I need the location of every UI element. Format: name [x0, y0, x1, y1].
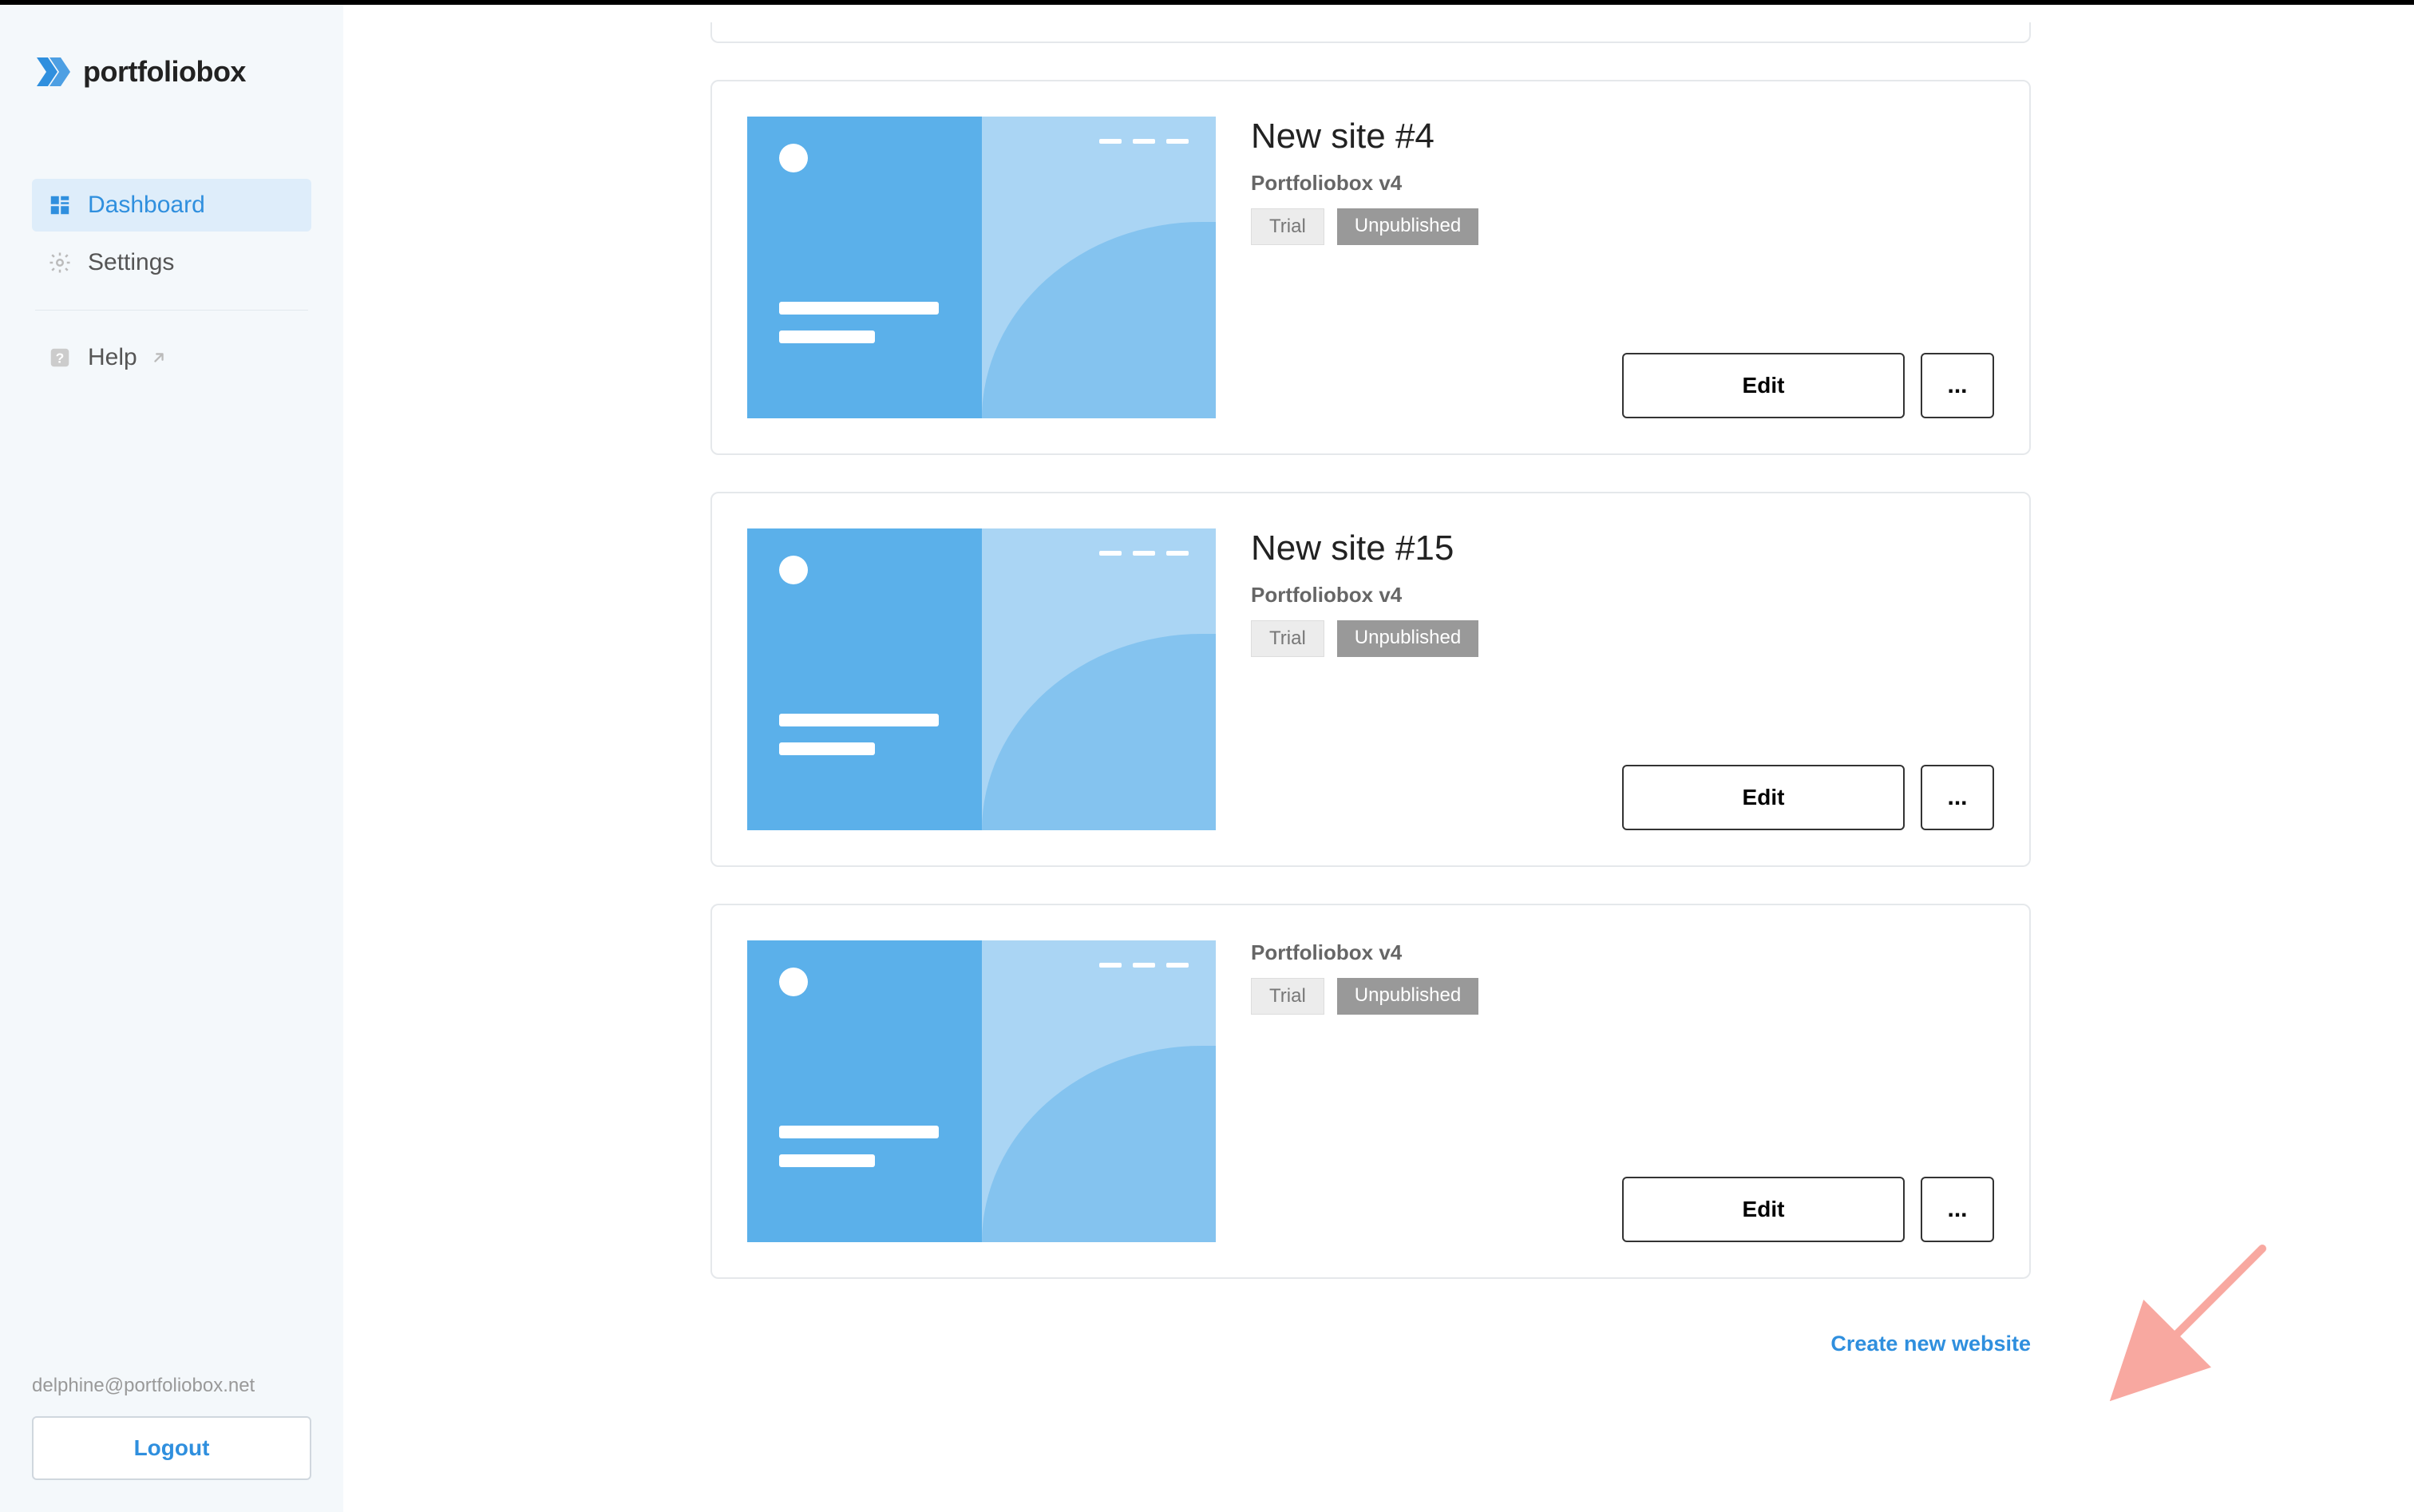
site-actions: Edit ...	[1251, 353, 1994, 418]
badge-trial: Trial	[1251, 620, 1324, 657]
sidebar-item-label: Help	[88, 344, 137, 371]
site-version: Portfoliobox v4	[1251, 940, 1994, 965]
main-content: New site #4 Portfoliobox v4 Trial Unpubl…	[343, 5, 2414, 1512]
nav-divider	[35, 310, 308, 311]
sidebar-item-help[interactable]: ? Help	[32, 331, 311, 384]
edit-button[interactable]: Edit	[1622, 353, 1905, 418]
site-card: New site #4 Portfoliobox v4 Trial Unpubl…	[710, 80, 2031, 455]
sidebar-item-settings[interactable]: Settings	[32, 236, 311, 289]
sidebar-footer: delphine@portfoliobox.net Logout	[32, 1375, 311, 1480]
site-info: New site #15 Portfoliobox v4 Trial Unpub…	[1251, 528, 1994, 830]
sidebar: portfoliobox Dashboard Settings ? Help d…	[0, 5, 343, 1512]
site-badges: Trial Unpublished	[1251, 978, 1994, 1015]
site-version: Portfoliobox v4	[1251, 583, 1994, 608]
user-email: delphine@portfoliobox.net	[32, 1375, 311, 1397]
site-actions: Edit ...	[1251, 1177, 1994, 1242]
site-card-partial	[710, 22, 2031, 43]
more-button[interactable]: ...	[1921, 765, 1994, 830]
site-thumbnail	[747, 528, 1216, 830]
more-button[interactable]: ...	[1921, 1177, 1994, 1242]
site-badges: Trial Unpublished	[1251, 620, 1994, 657]
site-thumbnail	[747, 117, 1216, 418]
sidebar-item-dashboard[interactable]: Dashboard	[32, 179, 311, 232]
badge-status: Unpublished	[1337, 208, 1478, 245]
site-card: New site #15 Portfoliobox v4 Trial Unpub…	[710, 492, 2031, 867]
logout-button[interactable]: Logout	[32, 1416, 311, 1480]
site-actions: Edit ...	[1251, 765, 1994, 830]
dashboard-icon	[48, 193, 72, 217]
more-button[interactable]: ...	[1921, 353, 1994, 418]
brand-name: portfoliobox	[83, 55, 246, 89]
site-card: Portfoliobox v4 Trial Unpublished Edit .…	[710, 904, 2031, 1279]
help-icon: ?	[48, 346, 72, 370]
site-badges: Trial Unpublished	[1251, 208, 1994, 245]
gear-icon	[48, 251, 72, 275]
site-title: New site #4	[1251, 117, 1994, 156]
site-info: Portfoliobox v4 Trial Unpublished Edit .…	[1251, 940, 1994, 1242]
site-thumbnail	[747, 940, 1216, 1242]
brand-logo: portfoliobox	[32, 53, 311, 91]
create-new-website-link[interactable]: Create new website	[710, 1332, 2031, 1356]
external-link-icon	[150, 349, 168, 366]
sidebar-nav: Dashboard Settings ? Help	[32, 179, 311, 384]
site-info: New site #4 Portfoliobox v4 Trial Unpubl…	[1251, 117, 1994, 418]
site-title: New site #15	[1251, 528, 1994, 568]
badge-status: Unpublished	[1337, 978, 1478, 1015]
sidebar-item-label: Dashboard	[88, 192, 205, 219]
sidebar-item-label: Settings	[88, 249, 174, 276]
brand-logo-icon	[32, 53, 70, 91]
badge-trial: Trial	[1251, 208, 1324, 245]
svg-text:?: ?	[56, 350, 65, 366]
badge-status: Unpublished	[1337, 620, 1478, 657]
annotation-arrow-icon	[2103, 1233, 2278, 1408]
badge-trial: Trial	[1251, 978, 1324, 1015]
edit-button[interactable]: Edit	[1622, 1177, 1905, 1242]
edit-button[interactable]: Edit	[1622, 765, 1905, 830]
site-version: Portfoliobox v4	[1251, 171, 1994, 196]
